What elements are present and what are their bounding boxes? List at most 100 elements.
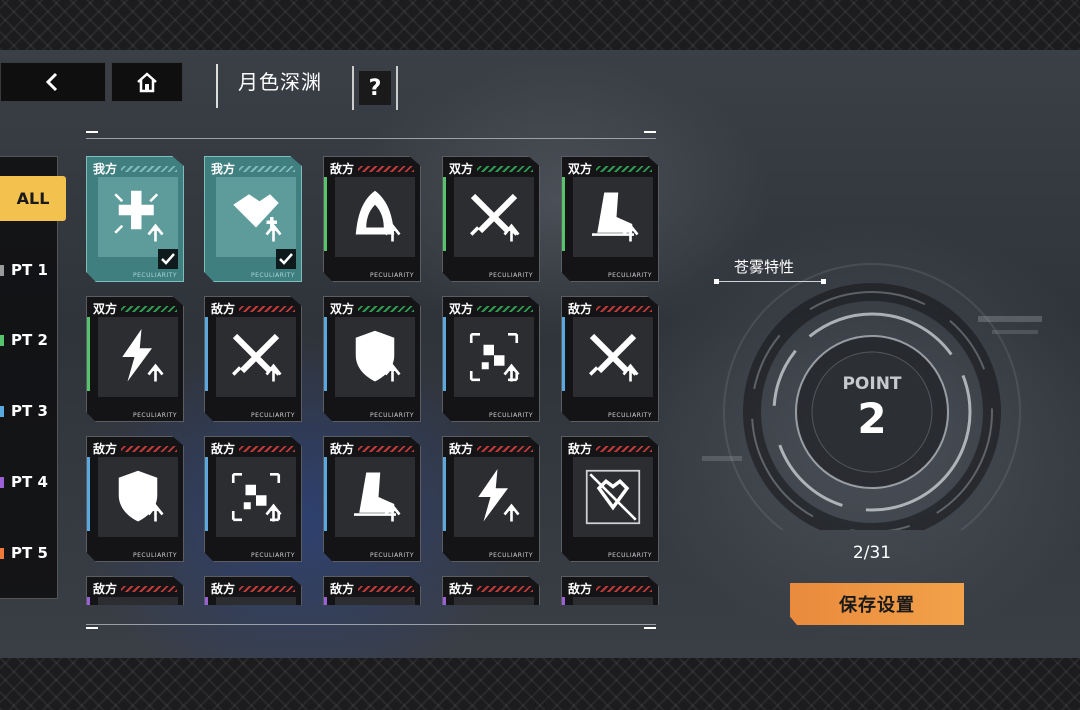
card-header-stripe — [477, 446, 533, 452]
card-target-tag: 敌方 — [211, 582, 236, 596]
card-icon-panel — [216, 317, 296, 397]
card-icon-panel — [573, 597, 653, 605]
trait-card[interactable]: 敌方PECULIARITY — [204, 296, 302, 422]
trait-card[interactable]: 双方 PECULIARITY — [86, 296, 184, 422]
home-button[interactable] — [111, 62, 183, 102]
trait-card[interactable]: 敌方PECULIARITY — [204, 436, 302, 562]
trait-card[interactable]: 敌方PECULIARITY — [561, 576, 659, 605]
hood-icon — [355, 190, 401, 242]
card-header-stripe — [239, 586, 295, 592]
card-part-marker — [562, 177, 565, 251]
trait-card[interactable]: 敌方PECULIARITY — [442, 436, 540, 562]
boot-speed-icon — [354, 472, 401, 522]
card-target-tag: 双方 — [449, 302, 474, 316]
trait-card-grid: 我方 PECULIARITY 我方 PECULIARITY 敌方 PECULIARITY 双… — [86, 156, 666, 605]
card-header-stripe — [239, 166, 295, 172]
card-icon-panel — [98, 597, 178, 605]
trait-card[interactable]: 敌方PECULIARITY — [204, 576, 302, 605]
trait-card[interactable]: 敌方PECULIARITY — [323, 436, 421, 562]
trait-card[interactable]: 双方 PECULIARITY — [442, 156, 540, 282]
trait-card[interactable]: 敌方PECULIARITY — [86, 576, 184, 605]
back-button[interactable] — [0, 62, 106, 102]
card-footer-label: PECULIARITY — [608, 552, 652, 559]
card-icon-panel — [98, 317, 178, 397]
pt2-color-marker — [0, 334, 4, 346]
trait-card[interactable]: 敌方PECULIARITY — [86, 436, 184, 562]
filter-all-button[interactable]: ALL — [0, 176, 66, 221]
card-footer-label: PECULIARITY — [489, 272, 533, 279]
card-icon-panel — [216, 177, 296, 257]
card-header-stripe — [596, 446, 652, 452]
trait-card[interactable]: 我方 PECULIARITY — [204, 156, 302, 282]
card-header-stripe — [596, 306, 652, 312]
card-target-tag: 敌方 — [449, 442, 474, 456]
filter-label: PT 1 — [11, 261, 48, 279]
trait-card[interactable]: 敌方PECULIARITY — [442, 576, 540, 605]
checkmark-icon — [158, 249, 178, 269]
heal-plus-icon — [233, 194, 282, 242]
card-footer-label: PECULIARITY — [251, 552, 295, 559]
card-target-tag: 敌方 — [93, 582, 118, 596]
selection-counter: 2/31 — [852, 543, 892, 563]
card-header-stripe — [239, 446, 295, 452]
trait-card[interactable]: 敌方PECULIARITY — [323, 156, 421, 282]
trait-card[interactable]: 我方 PECULIARITY — [86, 156, 184, 282]
card-footer-label: PECULIARITY — [608, 272, 652, 279]
filter-pt2-button[interactable]: PT 2 — [0, 328, 58, 352]
trait-card[interactable]: 双方 PECULIARITY — [442, 296, 540, 422]
help-icon: ? — [359, 71, 391, 105]
bottom-decor-band — [0, 658, 1080, 710]
filter-label: PT 4 — [11, 473, 48, 491]
card-target-tag: 敌方 — [449, 582, 474, 596]
card-icon-panel — [454, 177, 534, 257]
trait-card[interactable]: 双方 PECULIARITY — [561, 156, 659, 282]
card-footer-label: PECULIARITY — [251, 412, 295, 419]
trait-card[interactable]: 敌方PECULIARITY — [561, 296, 659, 422]
card-target-tag: 我方 — [93, 162, 118, 176]
lightning-icon — [478, 469, 520, 522]
card-part-marker — [87, 457, 90, 531]
card-icon-panel — [335, 177, 415, 257]
frame-tick — [644, 131, 656, 133]
top-decor-band — [0, 0, 1080, 50]
card-icon-panel — [335, 597, 415, 605]
card-target-tag: 双方 — [330, 302, 355, 316]
target-scan-icon — [469, 332, 520, 382]
target-scan-icon — [231, 472, 282, 522]
card-target-tag: 我方 — [211, 162, 236, 176]
filter-label: PT 5 — [11, 544, 48, 562]
card-part-marker — [324, 597, 327, 605]
card-part-marker — [562, 317, 565, 391]
filter-pt5-button[interactable]: PT 5 — [0, 541, 58, 565]
trait-card[interactable]: 敌方 PECULIARITY — [561, 436, 659, 562]
card-target-tag: 敌方 — [568, 302, 593, 316]
card-target-tag: 敌方 — [568, 442, 593, 456]
card-header-stripe — [596, 166, 652, 172]
card-target-tag: 双方 — [568, 162, 593, 176]
trait-card[interactable]: 敌方PECULIARITY — [323, 576, 421, 605]
crossed-swords-icon — [589, 333, 639, 382]
trait-card[interactable]: 双方 PECULIARITY — [323, 296, 421, 422]
home-icon — [137, 72, 157, 93]
boot-speed-icon — [592, 192, 639, 242]
card-header-stripe — [596, 586, 652, 592]
filter-pt1-button[interactable]: PT 1 — [0, 258, 58, 282]
card-footer-label: PECULIARITY — [370, 412, 414, 419]
card-icon-panel — [98, 457, 178, 537]
filter-pt3-button[interactable]: PT 3 — [0, 399, 58, 423]
shield-icon — [355, 330, 401, 382]
card-target-tag: 敌方 — [330, 162, 355, 176]
help-button[interactable]: ? — [352, 66, 398, 110]
filter-pt4-button[interactable]: PT 4 — [0, 470, 58, 494]
save-settings-button[interactable]: 保存设置 — [790, 583, 964, 625]
card-icon-panel — [216, 457, 296, 537]
point-value: 2 — [857, 394, 887, 443]
crossed-swords-icon — [232, 333, 282, 382]
pt1-color-marker — [0, 264, 4, 276]
card-header-stripe — [121, 446, 177, 452]
card-footer-label: PECULIARITY — [370, 552, 414, 559]
pt3-color-marker — [0, 405, 4, 417]
frame-tick — [86, 627, 98, 629]
card-icon-panel — [573, 317, 653, 397]
no-heal-icon — [585, 469, 641, 525]
